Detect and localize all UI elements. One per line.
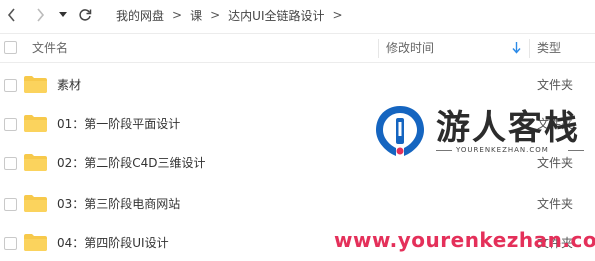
watermark-subtitle: YOURENKEZHAN.COM — [456, 146, 549, 154]
refresh-icon — [79, 9, 92, 21]
column-divider[interactable] — [529, 39, 530, 58]
list-item[interactable]: 03：第三阶段电商网站 文件夹 — [0, 184, 595, 224]
select-all-checkbox[interactable] — [4, 41, 17, 54]
sort-desc-icon[interactable] — [512, 42, 521, 57]
watermark-title: 游人客栈 — [436, 108, 580, 148]
watermark-logo-icon — [376, 106, 424, 156]
row-checkbox[interactable] — [4, 237, 17, 250]
chevron-left-icon — [7, 8, 15, 22]
breadcrumb-item-current[interactable]: 达内UI全链路设计 — [228, 7, 324, 24]
breadcrumb-separator-icon: > — [332, 8, 343, 22]
list-item[interactable]: 素材 文件夹 — [0, 65, 595, 105]
watermark-url: www.yourenkezhan.com — [334, 228, 595, 252]
column-header-name[interactable]: 文件名 — [32, 34, 68, 62]
back-button[interactable] — [2, 0, 22, 30]
file-list-header: 文件名 修改时间 类型 — [0, 33, 595, 63]
watermark-rule — [568, 150, 584, 151]
file-name[interactable]: 04：第四阶段UI设计 — [57, 223, 169, 261]
column-header-type[interactable]: 类型 — [537, 34, 561, 62]
row-checkbox[interactable] — [4, 157, 17, 170]
folder-icon — [24, 115, 47, 132]
file-name[interactable]: 01：第一阶段平面设计 — [57, 104, 180, 144]
breadcrumb-item-my-drive[interactable]: 我的网盘 — [116, 7, 164, 24]
breadcrumb-separator-icon: > — [172, 8, 183, 22]
folder-icon — [24, 195, 47, 212]
column-divider[interactable] — [378, 39, 379, 58]
file-type: 文件夹 — [537, 197, 574, 211]
file-type: 文件夹 — [537, 78, 574, 92]
row-checkbox[interactable] — [4, 118, 17, 131]
refresh-button[interactable] — [76, 0, 94, 30]
toolbar: 我的网盘 > 课 > 达内UI全链路设计 > — [0, 0, 595, 30]
caret-down-icon — [59, 12, 67, 17]
row-checkbox[interactable] — [4, 198, 17, 211]
folder-icon — [24, 154, 47, 171]
breadcrumb-separator-icon: > — [210, 8, 221, 22]
breadcrumb-item-course[interactable]: 课 — [190, 7, 202, 24]
file-name[interactable]: 02：第二阶段C4D三维设计 — [57, 143, 206, 183]
history-dropdown-button[interactable] — [56, 0, 70, 30]
folder-icon — [24, 234, 47, 251]
row-checkbox[interactable] — [4, 79, 17, 92]
breadcrumb: 我的网盘 > 课 > 达内UI全链路设计 > — [116, 0, 351, 30]
folder-icon — [24, 76, 47, 93]
chevron-right-icon — [37, 8, 45, 22]
file-name[interactable]: 03：第三阶段电商网站 — [57, 184, 180, 224]
column-header-modified[interactable]: 修改时间 — [386, 34, 434, 62]
forward-button[interactable] — [30, 0, 50, 30]
file-name[interactable]: 素材 — [57, 65, 81, 105]
watermark-rule — [436, 150, 452, 151]
